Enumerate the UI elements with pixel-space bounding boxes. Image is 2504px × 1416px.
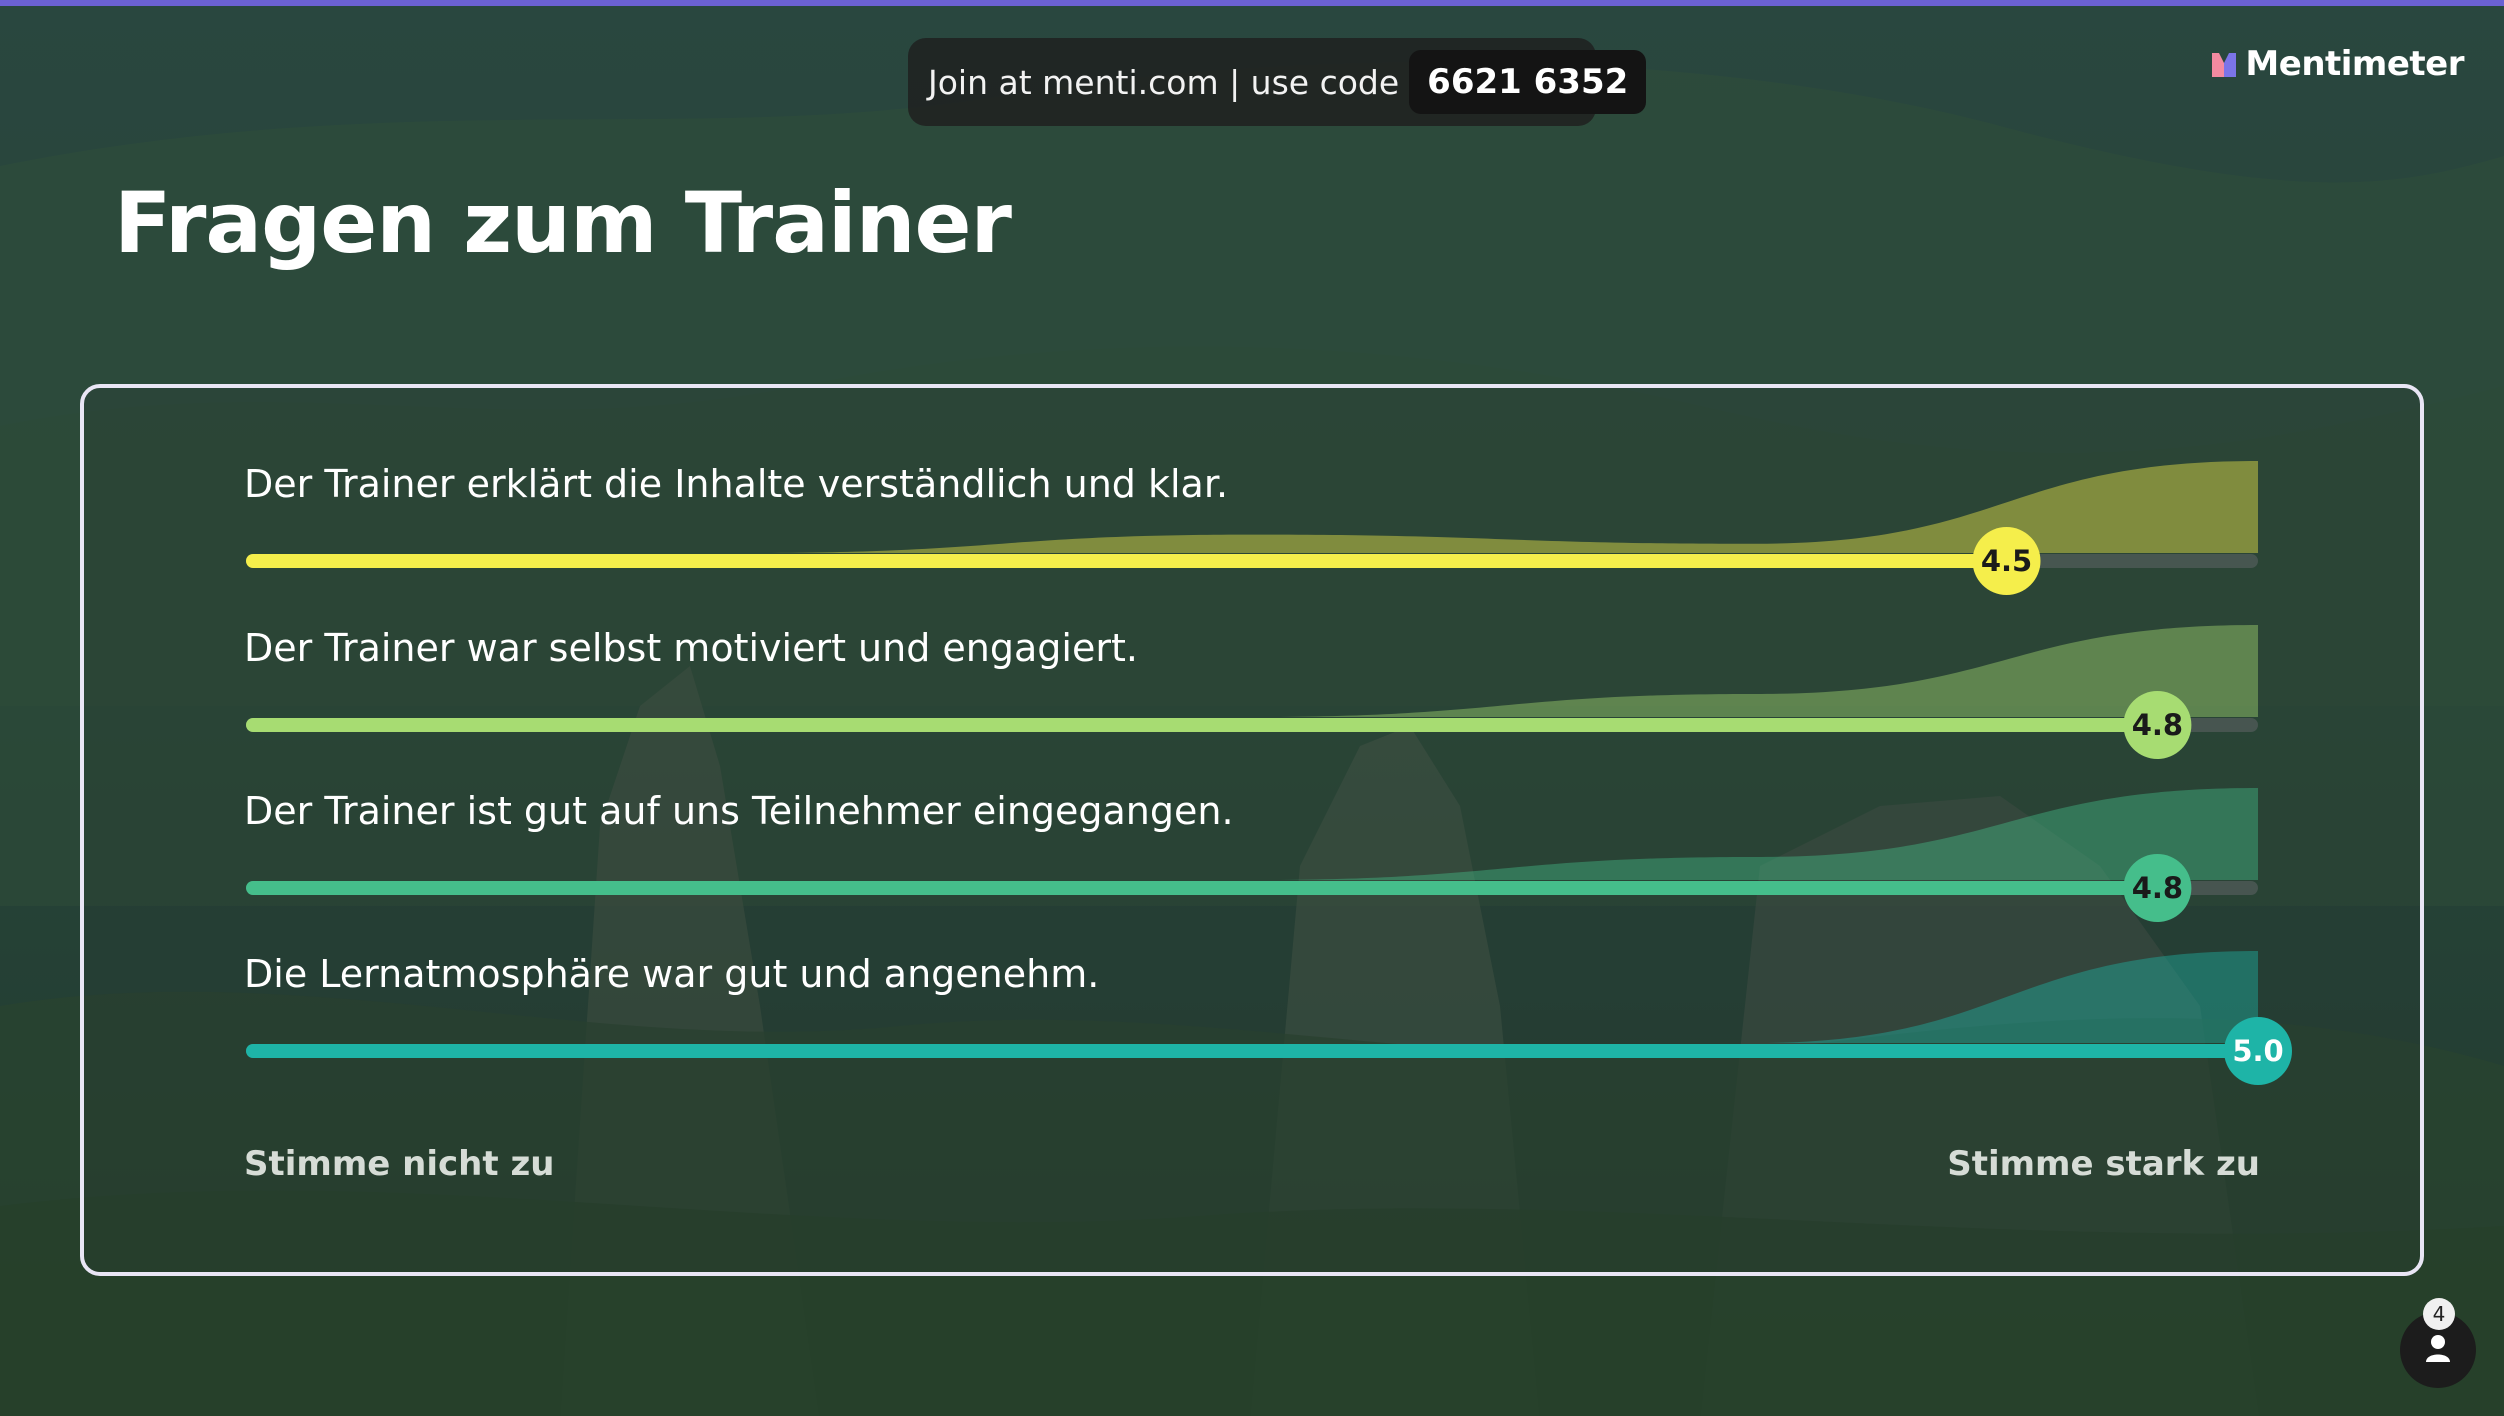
scale-max-label: Stimme stark zu [1947,1144,2260,1184]
scale-bar [246,554,2007,568]
value-label: 4.8 [2132,871,2183,905]
distribution-area [246,625,2258,717]
distribution-area [246,461,2258,553]
participant-count-badge: 4 [2423,1298,2455,1330]
presentation-slide: Join at menti.com | use code 6621 6352 M… [0,0,2504,1416]
distribution-area [246,951,2258,1043]
value-label: 4.8 [2132,708,2183,742]
scale-bar [246,881,2158,895]
distribution-area [246,788,2258,880]
scale-min-label: Stimme nicht zu [244,1144,555,1184]
value-label: 4.5 [1981,544,2032,578]
value-label: 5.0 [2232,1034,2283,1068]
rating-scales-chart: 4.5 4.8 4.8 5.0 [246,461,2292,1085]
scale-bar [246,718,2158,732]
scale-bar [246,1044,2258,1058]
